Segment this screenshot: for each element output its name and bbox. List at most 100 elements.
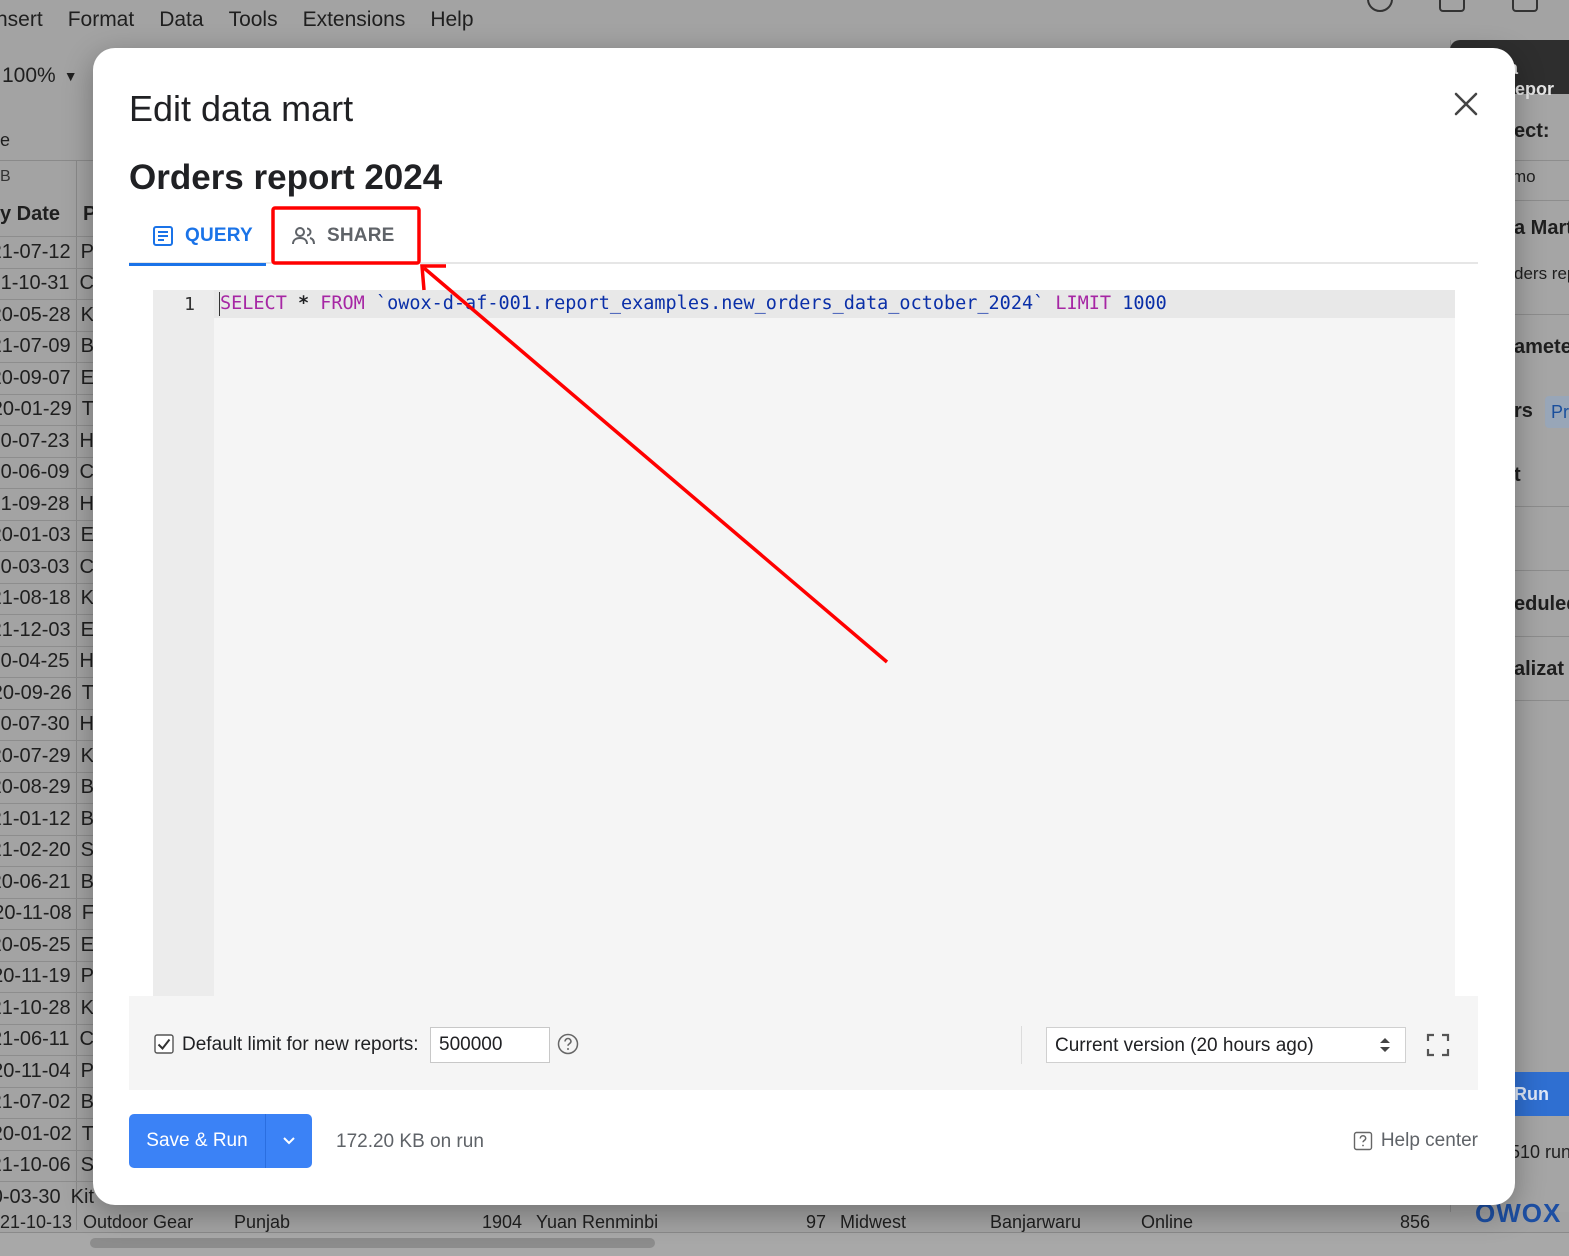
cell-product[interactable]: B <box>81 808 94 831</box>
cell-date[interactable]: 21-10-06 <box>0 1154 75 1177</box>
cell-date[interactable]: 21-12-03 <box>0 619 75 642</box>
cell-product[interactable]: B <box>81 871 94 894</box>
default-limit-input[interactable] <box>430 1027 550 1063</box>
cell-date[interactable]: 21-10-13 <box>0 1212 72 1233</box>
cell-date[interactable]: 20-01-03 <box>0 524 75 547</box>
cell-value[interactable]: 856 <box>1400 1212 1430 1233</box>
cell-date[interactable]: 20-08-29 <box>0 776 75 799</box>
cell-channel[interactable]: Online <box>1141 1212 1193 1233</box>
cell-date[interactable]: 21-07-12 <box>0 241 75 264</box>
column-letter[interactable]: B <box>0 168 11 186</box>
header-cell-date[interactable]: y Date <box>0 203 60 226</box>
cell-currency[interactable]: Yuan Renminbi <box>536 1212 658 1233</box>
menu-format[interactable]: Format <box>68 8 135 32</box>
code-line[interactable]: SELECT * FROM `owox-d-af-001.report_exam… <box>220 293 1167 314</box>
cell-category[interactable]: Outdoor Gear <box>83 1212 193 1233</box>
help-center-link[interactable]: Help center <box>1353 1130 1478 1152</box>
cell-date[interactable]: 20-07-29 <box>0 745 75 768</box>
side-panel-pr-badge[interactable]: Pr <box>1545 396 1569 428</box>
menu-data[interactable]: Data <box>159 8 203 32</box>
cell-date[interactable]: 20-11-19 <box>0 965 75 988</box>
cell-product[interactable]: P <box>81 965 94 988</box>
fullscreen-icon[interactable] <box>1425 1032 1451 1058</box>
version-select[interactable]: Current version (20 hours ago) <box>1046 1027 1406 1063</box>
cell-product[interactable]: B <box>81 776 94 799</box>
default-limit-checkbox[interactable] <box>154 1034 174 1054</box>
cell-date[interactable]: 20-04-25 <box>0 650 74 673</box>
cell-date[interactable]: 20-11-08 <box>0 902 76 925</box>
cell-date[interactable]: 20-03-03 <box>0 556 74 579</box>
cell-product[interactable]: K <box>81 745 94 768</box>
cell-product[interactable]: C <box>80 1028 94 1051</box>
cell-date[interactable]: 21-01-12 <box>0 808 75 831</box>
cell-product[interactable]: P <box>81 241 94 264</box>
horizontal-scrollbar[interactable] <box>0 1232 1569 1256</box>
cell-city[interactable]: Banjarwaru <box>990 1212 1081 1233</box>
cell-date[interactable]: 20-06-21 <box>0 871 75 894</box>
cell-amount[interactable]: 1904 <box>482 1212 522 1233</box>
cell-date[interactable]: 21-10-28 <box>0 997 75 1020</box>
tab-query-label: QUERY <box>185 224 253 246</box>
cell-date[interactable]: 20-01-29 <box>0 398 76 421</box>
table-row: 21-09-28 H <box>0 488 94 520</box>
cell-product[interactable]: S <box>81 839 94 862</box>
cell-date[interactable]: 20-09-26 <box>0 682 76 705</box>
cell-product[interactable]: C <box>80 461 94 484</box>
cell-product[interactable]: B <box>81 335 94 358</box>
side-panel-project-value[interactable]: mo <box>1512 167 1536 187</box>
help-circle-icon[interactable] <box>557 1033 579 1055</box>
save-run-dropdown[interactable] <box>266 1136 312 1146</box>
cell-date[interactable]: 21-08-18 <box>0 587 75 610</box>
cell-date[interactable]: 21-09-28 <box>0 493 74 516</box>
cell-date[interactable]: 21-07-02 <box>0 1091 75 1114</box>
cell-product[interactable]: H <box>80 493 94 516</box>
side-panel-data-mart-value[interactable]: ders rep <box>1514 264 1569 284</box>
save-run-button[interactable]: Save & Run <box>129 1114 312 1168</box>
menu-insert[interactable]: nsert <box>0 8 43 32</box>
zoom-select[interactable]: 100% ▼ <box>2 64 78 88</box>
cell-product[interactable]: H <box>80 430 94 453</box>
cell-product[interactable]: H <box>80 650 94 673</box>
cell-qty[interactable]: 97 <box>806 1212 826 1233</box>
cell-product[interactable]: S <box>81 1154 94 1177</box>
table-row: 21-07-09 B <box>0 330 94 363</box>
cell-date[interactable]: 20-06-09 <box>0 461 74 484</box>
cell-region-state[interactable]: Punjab <box>234 1212 290 1233</box>
cell-date[interactable]: 20-07-23 <box>0 430 74 453</box>
cell-product[interactable]: E <box>81 524 94 547</box>
cell-date[interactable]: 20-05-25 <box>0 934 75 957</box>
cell-product[interactable]: K <box>81 997 94 1020</box>
menu-help[interactable]: Help <box>430 8 473 32</box>
cell-product[interactable]: K <box>81 587 94 610</box>
cell-product[interactable]: B <box>81 1091 94 1114</box>
cell-date[interactable]: 21-07-09 <box>0 335 75 358</box>
cell-product[interactable]: E <box>81 934 94 957</box>
tab-query[interactable]: QUERY <box>129 208 266 266</box>
cell-product[interactable]: E <box>81 619 94 642</box>
cell-date[interactable]: 20-11-04 <box>0 1060 75 1083</box>
cell-product[interactable]: Kit <box>71 1186 94 1209</box>
cell-date[interactable]: 21-02-20 <box>0 839 75 862</box>
cell-region[interactable]: Midwest <box>840 1212 906 1233</box>
cell-date[interactable]: 21-06-11 <box>0 1028 74 1051</box>
cell-product[interactable]: P <box>81 1060 94 1083</box>
cell-product[interactable]: H <box>80 713 94 736</box>
cell-product[interactable]: C <box>80 556 94 579</box>
scrollbar-thumb[interactable] <box>90 1238 655 1248</box>
cell-date[interactable]: 20-03-30 <box>0 1186 65 1209</box>
cell-date[interactable]: 20-09-07 <box>0 367 75 390</box>
cell-product[interactable]: E <box>81 367 94 390</box>
menu-tools[interactable]: Tools <box>229 8 278 32</box>
dialog-tabs: QUERY SHARE <box>129 208 1478 266</box>
close-button[interactable] <box>1450 88 1482 120</box>
cell-date[interactable]: 20-05-28 <box>0 304 75 327</box>
menu-extensions[interactable]: Extensions <box>303 8 406 32</box>
cell-product[interactable]: C <box>80 272 94 295</box>
cell-product[interactable]: K <box>81 304 94 327</box>
cell-date[interactable]: 20-07-30 <box>0 713 74 736</box>
cell-date[interactable]: 20-01-02 <box>0 1123 76 1146</box>
sql-editor[interactable]: 1 SELECT * FROM `owox-d-af-001.report_ex… <box>153 290 1455 996</box>
save-run-label[interactable]: Save & Run <box>129 1130 265 1152</box>
cell-date[interactable]: 21-10-31 <box>0 272 74 295</box>
tab-share[interactable]: SHARE <box>289 208 413 264</box>
